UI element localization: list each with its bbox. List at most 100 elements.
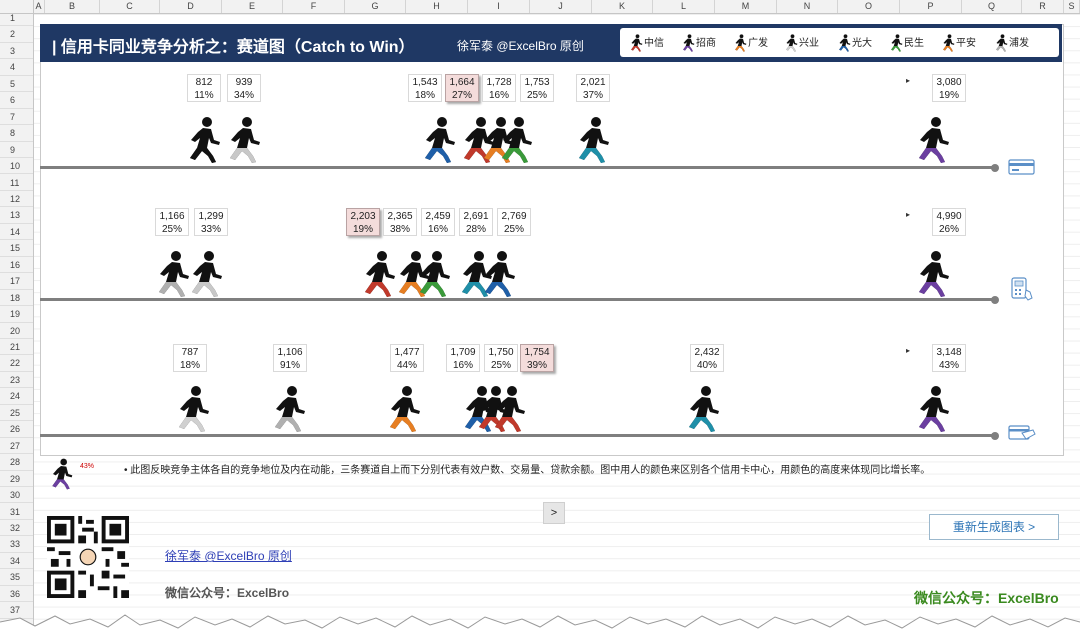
spreadsheet: ABCDEFGHIJKLMNOPQRS 1 2 3 4 5 6 7 8 9 10 11 12 13 14 1… [0, 0, 1080, 639]
regenerate-chart-button[interactable]: 重新生成图表 > [929, 514, 1059, 540]
row-header-16[interactable]: 16 [0, 257, 33, 274]
race-track [40, 434, 995, 437]
row-header-9[interactable]: 9 [0, 142, 33, 159]
row-header-10[interactable]: 10 [0, 158, 33, 175]
column-header-n[interactable]: N [777, 0, 838, 13]
legend-item-4: 光大 [836, 34, 872, 52]
data-label: 1,750 25% [484, 344, 518, 372]
data-label: 2,203 19% [346, 208, 380, 236]
row-header-6[interactable]: 6 [0, 92, 33, 109]
row-header-25[interactable]: 25 [0, 405, 33, 422]
legend-item-7: 浦发 [993, 34, 1029, 52]
data-label-pct: 40% [696, 360, 717, 371]
row-header-7[interactable]: 7 [0, 109, 33, 126]
row-header-14[interactable]: 14 [0, 224, 33, 241]
row-header-33[interactable]: 33 [0, 536, 33, 553]
row-header-29[interactable]: 29 [0, 471, 33, 488]
column-header-k[interactable]: K [592, 0, 653, 13]
data-label: 3,148 43% [932, 344, 966, 372]
data-label: 1,477 44% [390, 344, 424, 372]
data-label-value: 1,750 [488, 347, 514, 358]
data-label-value: 1,543 [412, 77, 438, 88]
row-header-34[interactable]: 34 [0, 553, 33, 570]
row-header-31[interactable]: 31 [0, 504, 33, 520]
column-header-g[interactable]: G [345, 0, 406, 13]
row-header-32[interactable]: 32 [0, 520, 33, 537]
row-header-11[interactable]: 11 [0, 175, 33, 191]
data-label: 1,166 25% [155, 208, 189, 236]
data-label-pct: 25% [490, 360, 511, 371]
column-header-h[interactable]: H [406, 0, 468, 13]
row-header-12[interactable]: 12 [0, 191, 33, 208]
runner-icon [190, 117, 220, 163]
runner-icon [839, 34, 851, 52]
column-header-m[interactable]: M [715, 0, 777, 13]
row-header-15[interactable]: 15 [0, 240, 33, 257]
column-header-b[interactable]: B [45, 0, 100, 13]
column-header-i[interactable]: I [468, 0, 530, 13]
column-header-bar: ABCDEFGHIJKLMNOPQRS [0, 0, 1080, 14]
column-header-d[interactable]: D [160, 0, 222, 13]
data-label-pct: 25% [526, 90, 547, 101]
legend-item-1: 招商 [680, 34, 716, 52]
data-label-pct: 25% [503, 224, 524, 235]
row-header-19[interactable]: 19 [0, 306, 33, 323]
row-header-20[interactable]: 20 [0, 323, 33, 339]
column-header-q[interactable]: Q [962, 0, 1022, 13]
column-header-e[interactable]: E [222, 0, 283, 13]
runner-icon [735, 34, 747, 52]
marker-icon: ▸ [906, 210, 910, 219]
data-label: 1,709 16% [446, 344, 480, 372]
row-header-26[interactable]: 26 [0, 421, 33, 438]
data-label: 2,459 16% [421, 208, 455, 236]
row-header-13[interactable]: 13 [0, 207, 33, 224]
column-header-c[interactable]: C [100, 0, 160, 13]
column-header-o[interactable]: O [838, 0, 900, 13]
row-header-8[interactable]: 8 [0, 125, 33, 142]
column-header-s[interactable]: S [1064, 0, 1080, 13]
track-end-marker [991, 295, 999, 304]
data-label-value: 4,990 [936, 211, 962, 222]
row-header-4[interactable]: 4 [0, 59, 33, 76]
row-header-30[interactable]: 30 [0, 487, 33, 504]
data-label-value: 1,753 [524, 77, 550, 88]
next-button[interactable]: > [543, 502, 565, 524]
row-header-23[interactable]: 23 [0, 372, 33, 389]
runner-icon [943, 34, 955, 52]
row-header-21[interactable]: 21 [0, 339, 33, 356]
column-header-l[interactable]: L [653, 0, 715, 13]
row-header-5[interactable]: 5 [0, 76, 33, 93]
row-header-22[interactable]: 22 [0, 355, 33, 372]
column-header-r[interactable]: R [1022, 0, 1064, 13]
row-header-17[interactable]: 17 [0, 273, 33, 290]
data-label-value: 2,021 [580, 77, 606, 88]
data-label-pct: 37% [582, 90, 603, 101]
row-header-1[interactable]: 1 [0, 10, 33, 27]
row-header-3[interactable]: 3 [0, 43, 33, 60]
row-header-28[interactable]: 28 [0, 454, 33, 471]
runner-icon [996, 34, 1008, 52]
column-header-j[interactable]: J [530, 0, 592, 13]
row-header-35[interactable]: 35 [0, 569, 33, 586]
row-header-27[interactable]: 27 [0, 438, 33, 455]
runner-icon [425, 117, 455, 163]
data-label: 2,432 40% [690, 344, 724, 372]
column-header-p[interactable]: P [900, 0, 962, 13]
row-header-24[interactable]: 24 [0, 388, 33, 405]
runner-icon [275, 386, 305, 432]
data-label: 1,753 25% [520, 74, 554, 102]
runner-icon [230, 117, 260, 163]
column-header-f[interactable]: F [283, 0, 345, 13]
data-label: 3,080 19% [932, 74, 966, 102]
data-label: 1,299 33% [194, 208, 228, 236]
data-label: 1,754 39% [520, 344, 554, 372]
row-header-18[interactable]: 18 [0, 290, 33, 307]
author-link[interactable]: 徐军泰 @ExcelBro 原创 [165, 547, 292, 564]
runner-icon [683, 34, 695, 52]
column-header-a[interactable]: A [33, 0, 45, 13]
row-header-2[interactable]: 2 [0, 26, 33, 43]
data-label-value: 787 [181, 347, 199, 358]
legend-item-6: 平安 [940, 34, 976, 52]
legend-label: 招商 [696, 38, 716, 49]
legend-label: 广发 [748, 38, 768, 49]
